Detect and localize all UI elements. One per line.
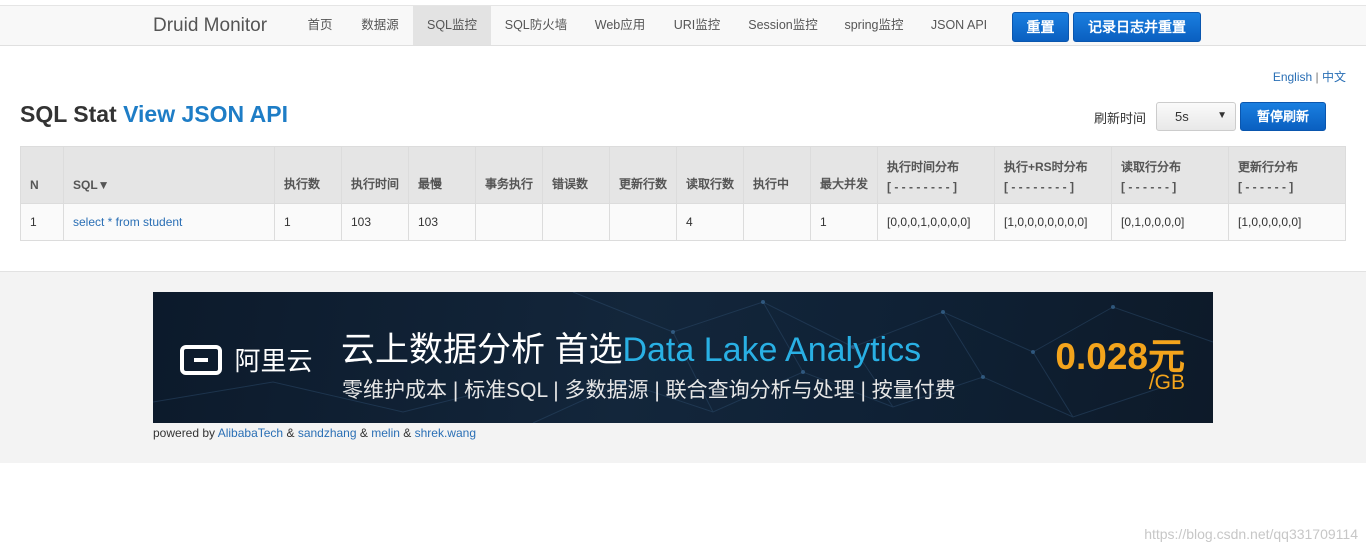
top-navbar: Druid Monitor 首页 数据源 SQL监控 SQL防火墙 Web应用 … [0, 5, 1366, 46]
banner-title-en: Data Lake Analytics [622, 331, 922, 369]
cell-sql: select * from student [63, 203, 275, 241]
banner-title: 云上数据分析 首选Data Lake Analytics [341, 322, 921, 371]
reset-button[interactable]: 重置 [1012, 12, 1069, 42]
banner-subtitle: 零维护成本 | 标准SQL | 多数据源 | 联合查询分析与处理 | 按量付费 [342, 379, 956, 402]
refresh-interval-label: 刷新时间 [1094, 111, 1147, 126]
page-title: SQL Stat View JSON API [20, 101, 288, 128]
page-title-text: SQL Stat [20, 101, 117, 127]
sql-stat-table: N SQL▼ 执行数 执行时间 最慢 事务执行 错误数 更新行数 读取行数 执行… [20, 146, 1346, 241]
aliyun-logo-text: 阿里云 [234, 346, 313, 376]
sql-detail-link[interactable]: select * from student [73, 215, 182, 229]
col-header-max-concurrent[interactable]: 最大并发 [810, 146, 878, 204]
col-header-exec-rs-dist-label: 执行+RS时分布 [1004, 160, 1088, 174]
cell-read-rows: 4 [676, 203, 744, 241]
cell-exec-time: 103 [341, 203, 409, 241]
table-row: 1 select * from student 1 103 103 4 1 [0… [20, 203, 1346, 241]
cell-update-rows-dist: [1,0,0,0,0,0] [1228, 203, 1346, 241]
cell-max-concurrent: 1 [810, 203, 878, 241]
col-header-exec-time-dist[interactable]: 执行时间分布 [ - - - - - - - - ] [877, 146, 995, 204]
col-header-update-rows-dist-label: 更新行分布 [1238, 160, 1299, 174]
language-switch: English | 中文 [1273, 68, 1346, 85]
powered-by: powered by AlibabaTech & sandzhang & mel… [153, 426, 476, 440]
col-header-exec-rs-dist-sub: [ - - - - - - - - ] [1004, 180, 1074, 194]
nav-item-sql-firewall[interactable]: SQL防火墙 [496, 6, 576, 45]
nav-item-web-app[interactable]: Web应用 [584, 6, 656, 45]
col-header-update-rows[interactable]: 更新行数 [609, 146, 677, 204]
col-header-update-rows-dist[interactable]: 更新行分布 [ - - - - - - ] [1228, 146, 1346, 204]
col-header-n[interactable]: N [20, 146, 64, 204]
col-header-read-rows[interactable]: 读取行数 [676, 146, 744, 204]
view-json-api-link[interactable]: View JSON API [123, 101, 288, 127]
cell-read-rows-dist: [0,1,0,0,0,0] [1111, 203, 1229, 241]
amp-separator: & [286, 426, 295, 440]
cell-update-rows [609, 203, 677, 241]
col-header-errors[interactable]: 错误数 [542, 146, 610, 204]
ad-banner[interactable]: 阿里云 云上数据分析 首选Data Lake Analytics 零维护成本 |… [153, 292, 1213, 423]
refresh-interval-select[interactable]: 5s ▼ [1156, 102, 1236, 131]
nav-item-uri-monitor[interactable]: URI监控 [664, 6, 730, 45]
cell-slowest: 103 [408, 203, 476, 241]
author-link-alibabatech[interactable]: AlibabaTech [218, 426, 283, 440]
nav-item-spring-monitor[interactable]: spring监控 [836, 6, 912, 45]
aliyun-logo: 阿里云 [180, 341, 312, 378]
author-link-sandzhang[interactable]: sandzhang [298, 426, 357, 440]
col-header-exec-rs-dist[interactable]: 执行+RS时分布 [ - - - - - - - - ] [994, 146, 1112, 204]
col-header-sql[interactable]: SQL▼ [63, 146, 275, 204]
col-header-read-rows-dist[interactable]: 读取行分布 [ - - - - - - ] [1111, 146, 1229, 204]
author-link-shrek-wang[interactable]: shrek.wang [415, 426, 476, 440]
watermark-text: https://blog.csdn.net/qq331709114 [1144, 526, 1358, 542]
amp-separator: & [359, 426, 368, 440]
nav-item-datasource[interactable]: 数据源 [349, 6, 411, 45]
powered-by-label: powered by [153, 426, 216, 440]
chevron-down-icon: ▼ [1217, 110, 1227, 121]
col-header-exec-count[interactable]: 执行数 [274, 146, 342, 204]
banner-title-cn: 云上数据分析 首选 [341, 331, 623, 369]
author-link-melin[interactable]: melin [371, 426, 400, 440]
cell-exec-time-dist: [0,0,0,1,0,0,0,0] [877, 203, 995, 241]
cell-exec-count: 1 [274, 203, 342, 241]
col-header-slowest[interactable]: 最慢 [408, 146, 476, 204]
cell-tx-exec [475, 203, 543, 241]
col-header-exec-time-dist-sub: [ - - - - - - - - ] [887, 180, 957, 194]
nav-item-session-monitor[interactable]: Session监控 [739, 6, 827, 45]
col-header-tx-exec[interactable]: 事务执行 [475, 146, 543, 204]
col-header-read-rows-dist-sub: [ - - - - - - ] [1121, 180, 1177, 194]
col-header-running[interactable]: 执行中 [743, 146, 811, 204]
nav-item-json-api[interactable]: JSON API [921, 6, 997, 45]
col-header-exec-time[interactable]: 执行时间 [341, 146, 409, 204]
lang-separator: | [1315, 70, 1319, 84]
amp-separator: & [403, 426, 412, 440]
col-header-exec-time-dist-label: 执行时间分布 [887, 160, 960, 174]
nav-item-sql-monitor[interactable]: SQL监控 [413, 6, 491, 45]
cell-running [743, 203, 811, 241]
refresh-interval-value: 5s [1175, 109, 1189, 124]
lang-english-link[interactable]: English [1273, 70, 1312, 84]
nav-item-home[interactable]: 首页 [295, 6, 345, 45]
aliyun-logo-icon [180, 344, 222, 375]
cell-n: 1 [20, 203, 64, 241]
footer: 阿里云 云上数据分析 首选Data Lake Analytics 零维护成本 |… [0, 271, 1366, 463]
cell-errors [542, 203, 610, 241]
table-header-row: N SQL▼ 执行数 执行时间 最慢 事务执行 错误数 更新行数 读取行数 执行… [20, 146, 1346, 204]
brand-title[interactable]: Druid Monitor [153, 15, 267, 37]
col-header-update-rows-dist-sub: [ - - - - - - ] [1238, 180, 1294, 194]
banner-price-unit: /GB [1148, 371, 1185, 394]
log-and-reset-button[interactable]: 记录日志并重置 [1073, 12, 1201, 42]
lang-chinese-link[interactable]: 中文 [1322, 70, 1346, 84]
cell-exec-rs-dist: [1,0,0,0,0,0,0,0] [994, 203, 1112, 241]
col-header-read-rows-dist-label: 读取行分布 [1121, 160, 1182, 174]
pause-refresh-button[interactable]: 暂停刷新 [1240, 102, 1326, 131]
